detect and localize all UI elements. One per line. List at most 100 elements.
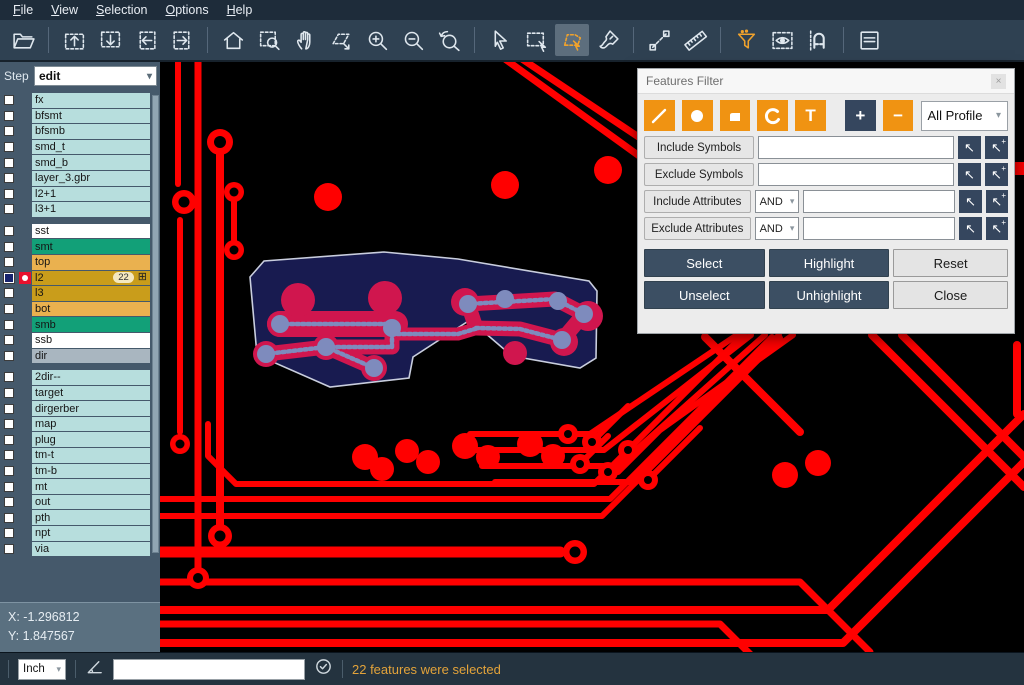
- measure-line-icon[interactable]: [642, 24, 676, 56]
- layer-checkbox[interactable]: [4, 320, 14, 330]
- layer-name[interactable]: dirgerber: [32, 401, 150, 416]
- layer-name[interactable]: target: [32, 386, 150, 401]
- layer-checkbox[interactable]: [4, 482, 14, 492]
- include-attributes-button[interactable]: Include Attributes: [644, 190, 751, 213]
- layer-name[interactable]: l222⊞: [32, 271, 150, 286]
- exclude-attributes-logic-select[interactable]: AND ▾: [755, 217, 800, 240]
- layer-row-tm-b[interactable]: tm-b: [0, 464, 160, 479]
- layer-row-sst[interactable]: sst: [0, 224, 160, 239]
- layer-name[interactable]: layer_3.gbr: [32, 171, 150, 186]
- add-filter-button[interactable]: +: [845, 100, 876, 131]
- pan-hand-icon[interactable]: [288, 24, 322, 56]
- layer-name[interactable]: l3: [32, 286, 150, 301]
- include-symbols-input[interactable]: [758, 136, 954, 159]
- layer-row-plug[interactable]: plug: [0, 432, 160, 447]
- text-feature-button[interactable]: T: [795, 100, 826, 131]
- active-layer-icon[interactable]: [19, 272, 31, 284]
- exclude-attributes-button[interactable]: Exclude Attributes: [644, 217, 751, 240]
- layer-name[interactable]: npt: [32, 526, 150, 541]
- layer-row-bot[interactable]: bot: [0, 302, 160, 317]
- layer-row-top[interactable]: top: [0, 255, 160, 270]
- pick-add-symbol-icon[interactable]: ↖+: [985, 136, 1008, 159]
- arc-feature-button[interactable]: [757, 100, 788, 131]
- layer-checkbox[interactable]: [4, 372, 14, 382]
- layer-checkbox[interactable]: [4, 497, 14, 507]
- layer-checkbox[interactable]: [4, 544, 14, 554]
- layer-checkbox[interactable]: [4, 126, 14, 136]
- pan-left-icon[interactable]: [129, 24, 163, 56]
- profile-select[interactable]: All Profile ▾: [921, 101, 1008, 131]
- menu-view[interactable]: View: [42, 1, 87, 19]
- layer-checkbox[interactable]: [4, 404, 14, 414]
- unselect-button[interactable]: Unselect: [644, 281, 765, 309]
- pad-feature-button[interactable]: [682, 100, 713, 131]
- step-select[interactable]: edit ▾: [34, 66, 157, 86]
- include-attributes-input[interactable]: [803, 190, 955, 213]
- layer-checkbox[interactable]: [4, 435, 14, 445]
- layer-name[interactable]: bfsmb: [32, 124, 150, 139]
- exclude-attributes-input[interactable]: [803, 217, 955, 240]
- layer-name[interactable]: 2dir--: [32, 370, 150, 385]
- pick-add-attribute-icon[interactable]: ↖+: [986, 217, 1008, 240]
- layer-row-ssb[interactable]: ssb: [0, 333, 160, 348]
- layer-row-dirgerber[interactable]: dirgerber: [0, 401, 160, 416]
- menu-help[interactable]: Help: [218, 1, 262, 19]
- highlight-button[interactable]: Highlight: [769, 249, 890, 277]
- layer-checkbox[interactable]: [4, 226, 14, 236]
- layer-row-bfsmb[interactable]: bfsmb: [0, 124, 160, 139]
- remove-filter-button[interactable]: −: [883, 100, 914, 131]
- unhighlight-button[interactable]: Unhighlight: [769, 281, 890, 309]
- layer-checkbox[interactable]: [4, 419, 14, 429]
- layer-name[interactable]: dir: [32, 349, 150, 364]
- layer-row-tm-t[interactable]: tm-t: [0, 448, 160, 463]
- layer-checkbox[interactable]: [4, 95, 14, 105]
- layer-name[interactable]: smb: [32, 317, 150, 332]
- layer-row-fx[interactable]: fx: [0, 93, 160, 108]
- layer-checkbox[interactable]: [4, 242, 14, 252]
- layer-checkbox[interactable]: [4, 273, 14, 283]
- pick-symbol-icon[interactable]: ↖: [958, 163, 981, 186]
- clean-brush-icon[interactable]: [591, 24, 625, 56]
- layer-name[interactable]: top: [32, 255, 150, 270]
- rect-select-icon[interactable]: [519, 24, 553, 56]
- layer-name[interactable]: via: [32, 542, 150, 557]
- layer-name[interactable]: out: [32, 495, 150, 510]
- layer-name[interactable]: l3+1: [32, 202, 150, 217]
- layer-name[interactable]: plug: [32, 432, 150, 447]
- command-input[interactable]: [113, 659, 305, 680]
- layer-row-dir[interactable]: dir: [0, 349, 160, 364]
- layer-checkbox[interactable]: [4, 204, 14, 214]
- exclude-symbols-input[interactable]: [758, 163, 954, 186]
- layer-checkbox[interactable]: [4, 466, 14, 476]
- layer-checkbox[interactable]: [4, 304, 14, 314]
- include-attributes-logic-select[interactable]: AND ▾: [755, 190, 800, 213]
- layer-checkbox[interactable]: [4, 158, 14, 168]
- layer-row-layer_3.gbr[interactable]: layer_3.gbr: [0, 171, 160, 186]
- layer-row-l3[interactable]: l3: [0, 286, 160, 301]
- layer-checkbox[interactable]: [4, 450, 14, 460]
- select-button[interactable]: Select: [644, 249, 765, 277]
- view-features-icon[interactable]: [765, 24, 799, 56]
- layer-checkbox[interactable]: [4, 288, 14, 298]
- layer-name[interactable]: pth: [32, 510, 150, 525]
- close-button[interactable]: Close: [893, 281, 1008, 309]
- surface-feature-button[interactable]: [720, 100, 751, 131]
- layer-row-bfsmt[interactable]: bfsmt: [0, 109, 160, 124]
- layer-row-l2[interactable]: l222⊞: [0, 271, 160, 286]
- layer-row-via[interactable]: via: [0, 542, 160, 557]
- layer-name[interactable]: bot: [32, 302, 150, 317]
- layer-row-out[interactable]: out: [0, 495, 160, 510]
- include-symbols-button[interactable]: Include Symbols: [644, 136, 754, 159]
- layer-row-map[interactable]: map: [0, 417, 160, 432]
- menu-options[interactable]: Options: [156, 1, 217, 19]
- layer-name[interactable]: tm-t: [32, 448, 150, 463]
- layer-name[interactable]: fx: [32, 93, 150, 108]
- layer-name[interactable]: sst: [32, 224, 150, 239]
- pick-symbol-icon[interactable]: ↖: [958, 136, 981, 159]
- layer-row-l2+1[interactable]: l2+1: [0, 187, 160, 202]
- pick-add-symbol-icon[interactable]: ↖+: [985, 163, 1008, 186]
- dialog-title-bar[interactable]: Features Filter ×: [638, 69, 1014, 94]
- layer-name[interactable]: smd_b: [32, 155, 150, 170]
- layer-row-target[interactable]: target: [0, 386, 160, 401]
- unit-select[interactable]: Inch ▾: [18, 659, 66, 680]
